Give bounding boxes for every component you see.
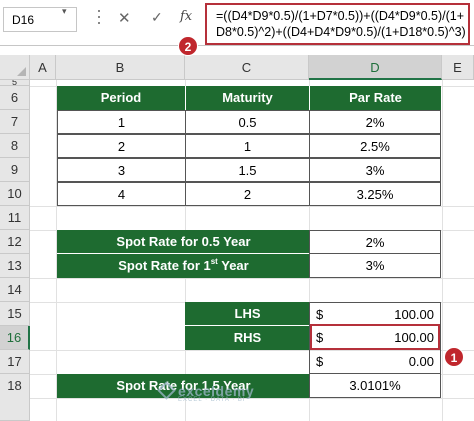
difference-currency: $ [316, 354, 324, 369]
callout-badge-2: 2 [178, 36, 198, 56]
lhs-value-cell[interactable]: $ 100.00 [309, 302, 441, 326]
row-header-17[interactable]: 17 [0, 350, 30, 374]
table-cell-maturity[interactable]: 1.5 [185, 158, 310, 182]
table-cell-par-rate[interactable]: 3.25% [309, 182, 441, 206]
table-header-maturity[interactable]: Maturity [185, 86, 309, 110]
row-header-6[interactable]: 6 [0, 86, 30, 110]
spot-rate-1-label-suffix: Year [217, 258, 249, 273]
gridline [30, 206, 474, 207]
spot-rate-0-5-value[interactable]: 2% [309, 230, 441, 254]
table-cell-period[interactable]: 4 [57, 182, 186, 206]
enter-check-icon[interactable]: ✓ [151, 9, 163, 26]
spot-rate-1-label[interactable]: Spot Rate for 1st Year [57, 254, 310, 278]
insert-function-icon[interactable]: fx [180, 9, 192, 24]
row-header-7[interactable]: 7 [0, 110, 30, 134]
table-header-period[interactable]: Period [57, 86, 185, 110]
table-cell-maturity[interactable]: 1 [185, 134, 310, 158]
spot-rate-1-label-sup: st [210, 256, 218, 266]
spot-rate-1-5-value[interactable]: 3.0101% [309, 374, 441, 398]
formula-input[interactable]: =((D4*D9*0.5)/(1+D7*0.5))+((D4*D9*0.5)/(… [205, 3, 470, 45]
column-header-bar: A B C D E [0, 55, 474, 80]
formula-line-1: =((D4*D9*0.5)/(1+D7*0.5))+((D4*D9*0.5)/(… [216, 9, 465, 23]
lhs-value: 100.00 [394, 307, 434, 322]
row-header-13[interactable]: 13 [0, 254, 30, 278]
spot-rate-1-value[interactable]: 3% [309, 254, 441, 278]
table-cell-period[interactable]: 1 [57, 110, 186, 134]
row-header-18[interactable]: 18 [0, 374, 30, 421]
select-all-button[interactable] [0, 55, 30, 80]
name-box-value: D16 [12, 13, 35, 27]
table-cell-period[interactable]: 2 [57, 134, 186, 158]
lhs-currency: $ [316, 307, 324, 322]
row-header-14[interactable]: 14 [0, 278, 30, 302]
formula-bar-grip-icon [97, 10, 101, 28]
table-cell-par-rate[interactable]: 2% [309, 110, 441, 134]
column-header-e[interactable]: E [442, 55, 474, 80]
column-header-b[interactable]: B [56, 55, 185, 80]
gridline [30, 278, 474, 279]
spot-rate-0-5-label[interactable]: Spot Rate for 0.5 Year [57, 230, 310, 254]
table-header-par-rate[interactable]: Par Rate [309, 86, 441, 110]
rhs-highlight-box [310, 324, 440, 350]
table-cell-period[interactable]: 3 [57, 158, 186, 182]
table-cell-maturity[interactable]: 0.5 [185, 110, 310, 134]
row-header-9[interactable]: 9 [0, 158, 30, 182]
table-cell-maturity[interactable]: 2 [185, 182, 310, 206]
formula-line-2: D8*0.5)^2)+((D4+D4*D9*0.5)/(1+D18*0.5)^3… [216, 25, 466, 39]
table-cell-par-rate[interactable]: 3% [309, 158, 441, 182]
difference-value: 0.00 [408, 354, 434, 369]
name-box-dropdown-icon[interactable]: ▾ [62, 6, 67, 17]
column-header-c[interactable]: C [185, 55, 309, 80]
table-cell-par-rate[interactable]: 2.5% [309, 134, 441, 158]
column-header-a[interactable]: A [30, 55, 56, 80]
callout-badge-1: 1 [444, 347, 464, 367]
column-header-d[interactable]: D [309, 55, 442, 80]
formula-bar: D16 ▾ ✕ ✓ fx =((D4*D9*0.5)/(1+D7*0.5))+(… [0, 0, 474, 46]
row-header-15[interactable]: 15 [0, 302, 30, 326]
difference-value-cell[interactable]: $ 0.00 [309, 350, 441, 374]
spot-rate-1-label-prefix: Spot Rate for 1 [118, 258, 211, 273]
cancel-icon[interactable]: ✕ [118, 9, 131, 27]
row-header-11[interactable]: 11 [0, 206, 30, 230]
gridline [442, 80, 443, 421]
watermark-tagline: EXCEL · DATA · BI [178, 397, 246, 403]
lhs-label[interactable]: LHS [185, 302, 310, 326]
rhs-label[interactable]: RHS [185, 326, 310, 350]
row-header-8[interactable]: 8 [0, 134, 30, 158]
row-header-10[interactable]: 10 [0, 182, 30, 206]
row-header-12[interactable]: 12 [0, 230, 30, 254]
exceldemy-watermark: exceldemy EXCEL · DATA · BI [157, 381, 254, 403]
row-header-16[interactable]: 16 [0, 326, 30, 350]
